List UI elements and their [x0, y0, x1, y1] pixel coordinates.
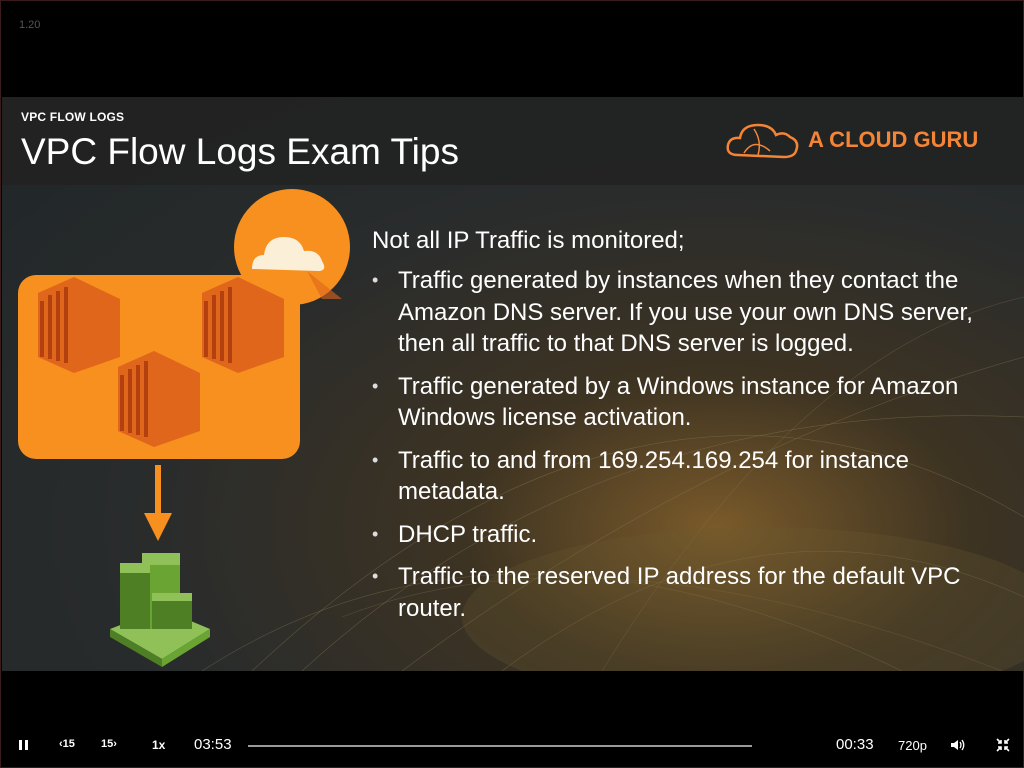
forward-15-icon: ›: [113, 738, 117, 750]
slide-title: VPC Flow Logs Exam Tips: [21, 131, 459, 172]
slide-kicker: VPC FLOW LOGS: [21, 110, 125, 124]
bullet-glyph: •: [372, 375, 379, 396]
cloudwatch-logs-icon: [110, 553, 210, 667]
rewind-15-button[interactable]: ‹15: [59, 738, 75, 750]
forward-15-button[interactable]: 15›: [101, 738, 117, 750]
bullet-text: Traffic generated by a Windows instance …: [398, 372, 959, 432]
rewind-label: 15: [62, 738, 75, 750]
bullet-item: • Traffic to and from 169.254.169.254 for…: [372, 445, 1012, 508]
bullet-text: Traffic to and from 169.254.169.254 for …: [398, 446, 909, 506]
brand-name: A CLOUD GURU: [808, 127, 979, 152]
brand-logo: A CLOUD GURU: [724, 117, 1004, 163]
quality-button[interactable]: 720p: [898, 738, 927, 753]
volume-icon: [951, 739, 965, 751]
bullet-item: • Traffic generated by a Windows instance…: [372, 371, 1012, 434]
slide-lead: Not all IP Traffic is monitored;: [372, 227, 685, 254]
bullet-list: • Traffic generated by instances when the…: [372, 265, 1012, 624]
slide-content: Not all IP Traffic is monitored; • Traffi…: [372, 225, 1012, 635]
bullet-glyph: •: [372, 270, 379, 290]
pause-button[interactable]: [18, 738, 30, 755]
bullet-item: • Traffic to the reserved IP address for …: [372, 561, 1012, 624]
version-label: 1.20: [19, 19, 41, 31]
playback-speed-button[interactable]: 1x: [152, 738, 165, 752]
bullet-glyph: •: [372, 523, 379, 544]
vpc-illustration: [18, 189, 350, 667]
bullet-text: DHCP traffic.: [398, 520, 538, 548]
exit-fullscreen-button[interactable]: [996, 738, 1010, 755]
bullet-text: Traffic generated by instances when they…: [398, 267, 973, 357]
progress-bar[interactable]: [248, 745, 752, 747]
bullet-item: • Traffic generated by instances when the…: [372, 265, 1012, 360]
bullet-item: • DHCP traffic.: [372, 519, 1012, 551]
remaining-time: 00:33: [836, 736, 874, 753]
slide: VPC FLOW LOGS VPC Flow Logs Exam Tips A …: [2, 97, 1024, 671]
bullet-text: Traffic to the reserved IP address for t…: [398, 563, 961, 622]
elapsed-time: 03:53: [194, 736, 232, 753]
bullet-glyph: •: [372, 449, 379, 470]
forward-label: 15: [101, 738, 114, 750]
pause-icon: [19, 740, 28, 750]
bullet-glyph: •: [372, 566, 379, 586]
player-controls: ‹15 15› 1x 03:53 00:33 720p: [2, 725, 1024, 767]
arrow-down-icon: [144, 465, 172, 541]
video-player-frame: 1.20 VPC FLOW LOGS VPC Flow Logs Exam Ti…: [0, 0, 1024, 768]
volume-button[interactable]: [950, 738, 966, 755]
cloud-guru-logo-icon: [726, 123, 799, 159]
exit-fullscreen-icon: [996, 738, 1010, 752]
slide-header: VPC FLOW LOGS VPC Flow Logs Exam Tips A …: [2, 97, 1024, 185]
